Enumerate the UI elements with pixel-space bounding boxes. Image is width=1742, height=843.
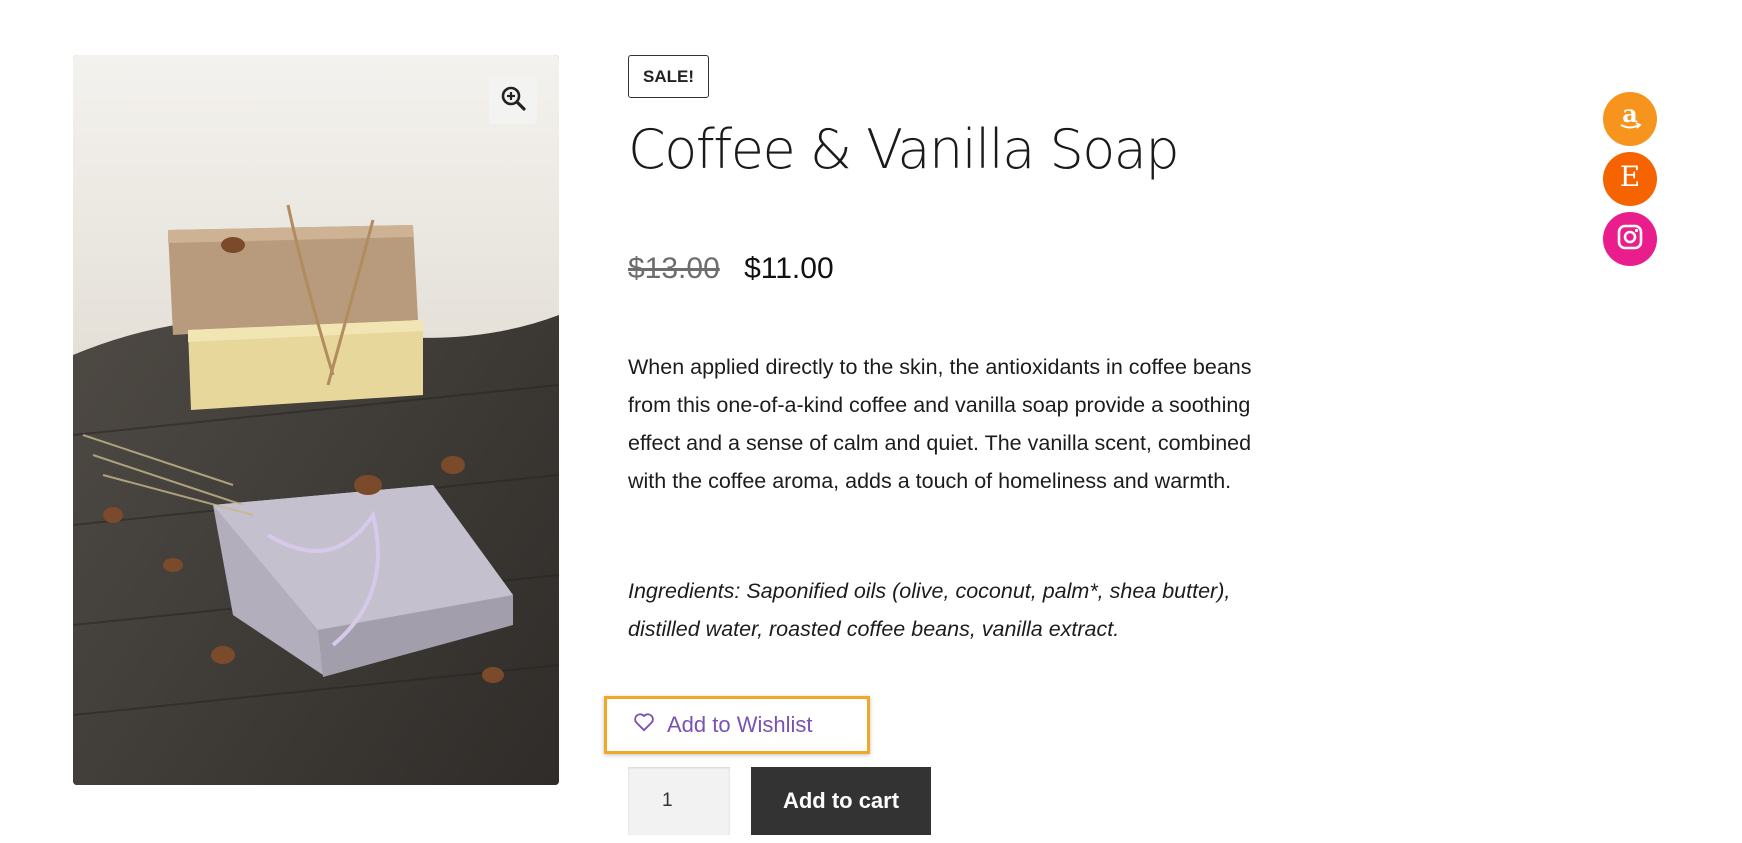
heart-icon bbox=[633, 712, 655, 738]
quantity-input[interactable] bbox=[628, 767, 730, 835]
product-price: $13.00 $11.00 bbox=[628, 252, 834, 286]
product-image[interactable] bbox=[73, 55, 559, 785]
add-to-cart-button[interactable]: Add to cart bbox=[751, 767, 931, 835]
original-price: $13.00 bbox=[628, 252, 720, 285]
sale-badge: SALE! bbox=[628, 55, 709, 98]
wishlist-label: Add to Wishlist bbox=[667, 712, 813, 737]
product-ingredients: Ingredients: Saponified oils (olive, coc… bbox=[628, 579, 1231, 641]
zoom-button[interactable] bbox=[489, 76, 537, 124]
svg-text:a: a bbox=[1622, 101, 1638, 128]
amazon-link[interactable]: a bbox=[1603, 92, 1657, 146]
svg-text:E: E bbox=[1620, 161, 1640, 193]
social-links: a E bbox=[1603, 92, 1657, 266]
soap-photo bbox=[73, 55, 559, 785]
instagram-link[interactable] bbox=[1603, 212, 1657, 266]
etsy-icon: E bbox=[1614, 160, 1646, 198]
zoom-in-icon bbox=[500, 85, 526, 116]
product-title: Coffee & Vanilla Soap bbox=[628, 118, 1180, 181]
sale-price: $11.00 bbox=[744, 252, 834, 285]
product-description: When applied directly to the skin, the a… bbox=[628, 355, 1252, 493]
amazon-icon: a bbox=[1614, 99, 1646, 138]
instagram-icon bbox=[1616, 223, 1644, 256]
etsy-link[interactable]: E bbox=[1603, 152, 1657, 206]
add-to-wishlist-link[interactable]: Add to Wishlist bbox=[604, 696, 870, 754]
